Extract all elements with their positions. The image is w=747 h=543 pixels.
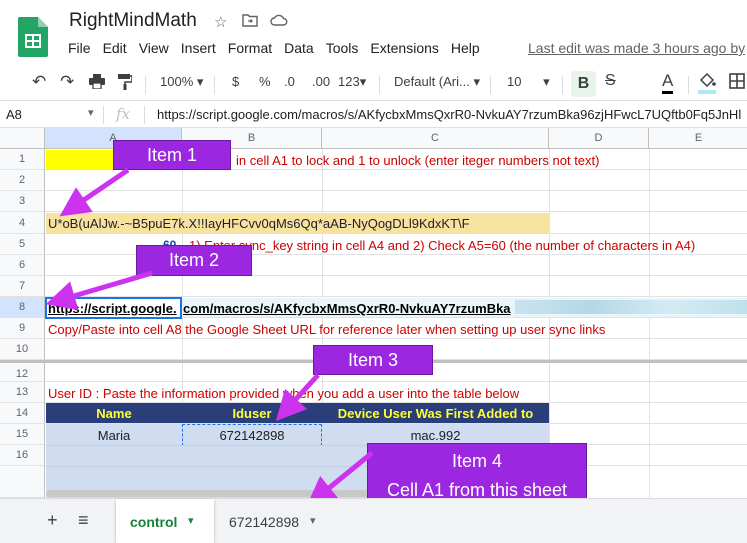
fill-color-icon[interactable] bbox=[698, 72, 716, 97]
row-header-12[interactable]: 12 bbox=[0, 360, 45, 382]
sheet-tabs-bar: + ≡ control ▾ 672142898 ▾ bbox=[0, 498, 747, 543]
decrease-decimal-button[interactable]: .0 bbox=[284, 74, 295, 89]
fx-icon: fx bbox=[116, 105, 131, 123]
callout-item-1: Item 1 bbox=[113, 140, 231, 170]
print-icon[interactable] bbox=[89, 74, 105, 92]
more-formats-select[interactable]: 123▾ bbox=[338, 74, 366, 90]
menu-view[interactable]: View bbox=[139, 40, 169, 60]
menu-format[interactable]: Format bbox=[228, 40, 272, 60]
row-header-8[interactable]: 8 bbox=[0, 297, 45, 318]
row-header-14[interactable]: 14 bbox=[0, 403, 45, 424]
row-header-2[interactable]: 2 bbox=[0, 170, 45, 191]
row-header-4[interactable]: 4 bbox=[0, 212, 45, 234]
tab-control-label: control bbox=[130, 514, 178, 530]
borders-icon[interactable] bbox=[729, 73, 745, 92]
formula-input[interactable]: https://script.google.com/macros/s/AKfyc… bbox=[157, 107, 741, 122]
all-sheets-icon[interactable]: ≡ bbox=[78, 510, 89, 531]
tab-672142898-dropdown-icon[interactable]: ▾ bbox=[310, 514, 316, 527]
row-header-15[interactable]: 15 bbox=[0, 424, 45, 445]
menu-file[interactable]: File bbox=[68, 40, 91, 60]
cell-b1-text: in cell A1 to lock and 1 to unlock (ente… bbox=[236, 153, 600, 168]
cell-b8-link[interactable]: com/macros/s/AKfycbxMmsQxrR0-NvkuAY7rzum… bbox=[183, 301, 511, 316]
menu-edit[interactable]: Edit bbox=[103, 40, 127, 60]
header-name: Name bbox=[96, 406, 132, 421]
redo-icon[interactable]: ↷ bbox=[60, 72, 74, 92]
menu-bar: File Edit View Insert Format Data Tools … bbox=[68, 40, 492, 60]
undo-icon[interactable]: ↶ bbox=[32, 72, 46, 92]
star-icon[interactable]: ☆ bbox=[214, 13, 227, 31]
add-sheet-button[interactable]: + bbox=[47, 510, 58, 531]
cell-a9-text: Copy/Paste into cell A8 the Google Sheet… bbox=[48, 322, 606, 337]
header-device: Device User Was First Added to bbox=[337, 406, 534, 421]
text-color-icon[interactable]: A bbox=[662, 71, 674, 94]
bold-button[interactable]: B bbox=[571, 71, 596, 97]
menu-extensions[interactable]: Extensions bbox=[370, 40, 438, 60]
row-header-6[interactable]: 6 bbox=[0, 255, 45, 276]
toolbar: ↶ ↷ 100% ▾ $ % .0 .00 123▾ Default (Ari.… bbox=[0, 68, 747, 101]
currency-format-button[interactable]: $ bbox=[232, 74, 239, 89]
url-blur-area bbox=[515, 300, 747, 314]
strikethrough-icon[interactable]: S bbox=[605, 72, 616, 90]
row-header-5[interactable]: 5 bbox=[0, 234, 45, 255]
cloud-status-icon[interactable] bbox=[270, 13, 288, 31]
zoom-select[interactable]: 100% ▾ bbox=[160, 74, 203, 90]
tab-control-dropdown-icon[interactable]: ▾ bbox=[188, 514, 194, 527]
menu-tools[interactable]: Tools bbox=[326, 40, 359, 60]
callout-item-2: Item 2 bbox=[136, 245, 252, 276]
increase-decimal-button[interactable]: .00 bbox=[312, 74, 330, 89]
table-cell-iduser[interactable]: 672142898 bbox=[182, 428, 322, 443]
row-header-7[interactable]: 7 bbox=[0, 276, 45, 297]
row-header-9[interactable]: 9 bbox=[0, 318, 45, 339]
cell-a12-text: User ID : Paste the information provided… bbox=[48, 386, 520, 401]
move-folder-icon[interactable] bbox=[242, 13, 258, 31]
cell-b5-text: 1) Enter sync_key string in cell A4 and … bbox=[189, 238, 696, 253]
menu-help[interactable]: Help bbox=[451, 40, 480, 60]
paint-format-icon[interactable] bbox=[118, 74, 133, 93]
cell-a8-link[interactable]: https://script.google. bbox=[48, 301, 177, 316]
row-header-16[interactable]: 16 bbox=[0, 445, 45, 466]
column-header-d[interactable]: D bbox=[549, 128, 649, 149]
row-header-1[interactable]: 1 bbox=[0, 149, 45, 170]
name-box-dropdown-icon[interactable]: ▾ bbox=[88, 106, 94, 119]
row-header-13[interactable]: 13 bbox=[0, 382, 45, 403]
sheets-logo-icon[interactable] bbox=[18, 17, 48, 57]
formula-bar: A8 ▾ fx https://script.google.com/macros… bbox=[0, 102, 747, 128]
percent-format-button[interactable]: % bbox=[259, 74, 271, 89]
tab-672142898[interactable]: 672142898 ▾ bbox=[218, 499, 330, 543]
tab-control[interactable]: control ▾ bbox=[116, 499, 214, 543]
header-iduser: Iduser bbox=[232, 406, 272, 421]
font-family-select[interactable]: Default (Ari... ▾ bbox=[394, 74, 480, 90]
column-header-e[interactable]: E bbox=[649, 128, 747, 149]
callout-item-4-title: Item 4 bbox=[451, 451, 503, 471]
tab-672142898-label: 672142898 bbox=[229, 514, 300, 530]
menu-data[interactable]: Data bbox=[284, 40, 314, 60]
menu-insert[interactable]: Insert bbox=[181, 40, 216, 60]
table-cell-device[interactable]: mac.992 bbox=[322, 428, 549, 443]
callout-item-3: Item 3 bbox=[313, 345, 433, 375]
select-all-corner[interactable] bbox=[0, 128, 45, 149]
document-title[interactable]: RightMindMath bbox=[69, 10, 197, 32]
column-header-c[interactable]: C bbox=[322, 128, 549, 149]
row-header-10[interactable]: 10 bbox=[0, 339, 45, 360]
row-header-3[interactable]: 3 bbox=[0, 191, 45, 212]
name-box[interactable]: A8 bbox=[6, 107, 22, 122]
font-size-select[interactable]: 10 ▾ bbox=[507, 74, 550, 90]
table-cell-name[interactable]: Maria bbox=[46, 428, 182, 443]
last-edit-link[interactable]: Last edit was made 3 hours ago by bbox=[528, 40, 745, 56]
cell-a4-text: U*oB(uAlJw.-~B5puE7k.X!!IayHFCvv0qMs6Qq*… bbox=[48, 216, 470, 231]
